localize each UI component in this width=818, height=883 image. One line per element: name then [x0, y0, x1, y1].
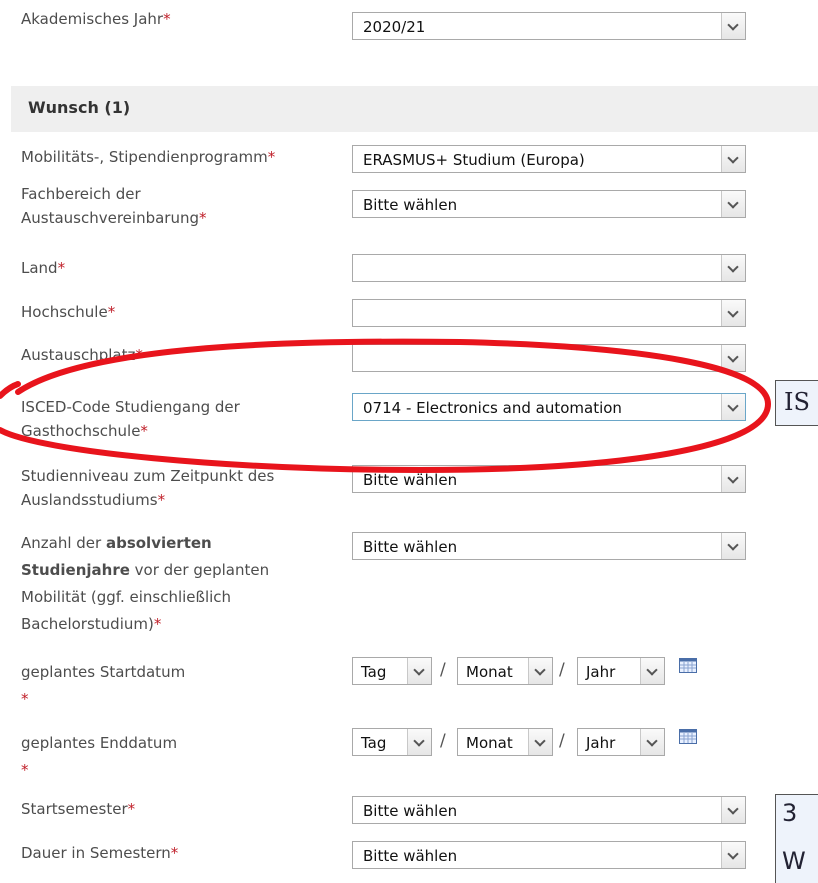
start-semester-select[interactable]: Bitte wählen	[352, 796, 746, 824]
academic-year-label: Akademisches Jahr*	[21, 10, 171, 28]
study-level-label: Studienniveau zum Zeitpunkt des Auslandss…	[21, 467, 275, 509]
date-separator: /	[440, 731, 446, 751]
date-separator: /	[559, 660, 565, 680]
university-select[interactable]	[352, 299, 746, 327]
department-select[interactable]: Bitte wählen	[352, 190, 746, 218]
date-separator: /	[559, 731, 565, 751]
chevron-down-icon	[721, 255, 745, 281]
callout-box-top: IS	[775, 380, 818, 426]
chevron-down-icon	[640, 729, 664, 755]
start-month-select[interactable]: Monat	[457, 657, 553, 685]
university-label: Hochschule*	[21, 303, 116, 321]
chevron-down-icon	[407, 729, 431, 755]
department-label: Fachbereich der Austauschvereinbarung*	[21, 185, 207, 227]
date-separator: /	[440, 660, 446, 680]
calendar-icon[interactable]	[679, 729, 697, 744]
chevron-down-icon	[721, 394, 745, 420]
program-label: Mobilitäts-, Stipendienprogramm*	[21, 148, 276, 166]
chevron-down-icon	[721, 797, 745, 823]
section-header: Wunsch (1)	[11, 86, 818, 132]
start-date-label: geplantes Startdatum *	[21, 663, 186, 708]
years-completed-select[interactable]: Bitte wählen	[352, 532, 746, 560]
chevron-down-icon	[640, 658, 664, 684]
end-month-select[interactable]: Monat	[457, 728, 553, 756]
chevron-down-icon	[721, 300, 745, 326]
chevron-down-icon	[721, 533, 745, 559]
isced-select[interactable]: 0714 - Electronics and automation	[352, 393, 746, 421]
chevron-down-icon	[721, 146, 745, 172]
country-label: Land*	[21, 259, 66, 277]
chevron-down-icon	[528, 729, 552, 755]
calendar-icon[interactable]	[679, 658, 697, 673]
chevron-down-icon	[721, 466, 745, 492]
chevron-down-icon	[721, 842, 745, 868]
isced-label: ISCED-Code Studiengang der Gasthochschule…	[21, 398, 240, 440]
end-day-select[interactable]: Tag	[352, 728, 432, 756]
end-year-select[interactable]: Jahr	[577, 728, 665, 756]
academic-year-select[interactable]: 2020/21	[352, 12, 746, 40]
program-select[interactable]: ERASMUS+ Studium (Europa)	[352, 145, 746, 173]
start-year-select[interactable]: Jahr	[577, 657, 665, 685]
duration-label: Dauer in Semestern*	[21, 844, 179, 862]
exchange-place-label: Austauschplatz*	[21, 346, 143, 364]
chevron-down-icon	[721, 13, 745, 39]
start-semester-label: Startsemester*	[21, 800, 136, 818]
chevron-down-icon	[407, 658, 431, 684]
callout-box-bottom: 3W	[775, 794, 818, 883]
start-day-select[interactable]: Tag	[352, 657, 432, 685]
chevron-down-icon	[721, 345, 745, 371]
country-select[interactable]	[352, 254, 746, 282]
duration-select[interactable]: Bitte wählen	[352, 841, 746, 869]
study-level-select[interactable]: Bitte wählen	[352, 465, 746, 493]
years-completed-label: Anzahl der absolvierten Studienjahre vor…	[21, 534, 270, 633]
end-date-label: geplantes Enddatum *	[21, 734, 178, 779]
chevron-down-icon	[721, 191, 745, 217]
exchange-place-select[interactable]	[352, 344, 746, 372]
chevron-down-icon	[528, 658, 552, 684]
